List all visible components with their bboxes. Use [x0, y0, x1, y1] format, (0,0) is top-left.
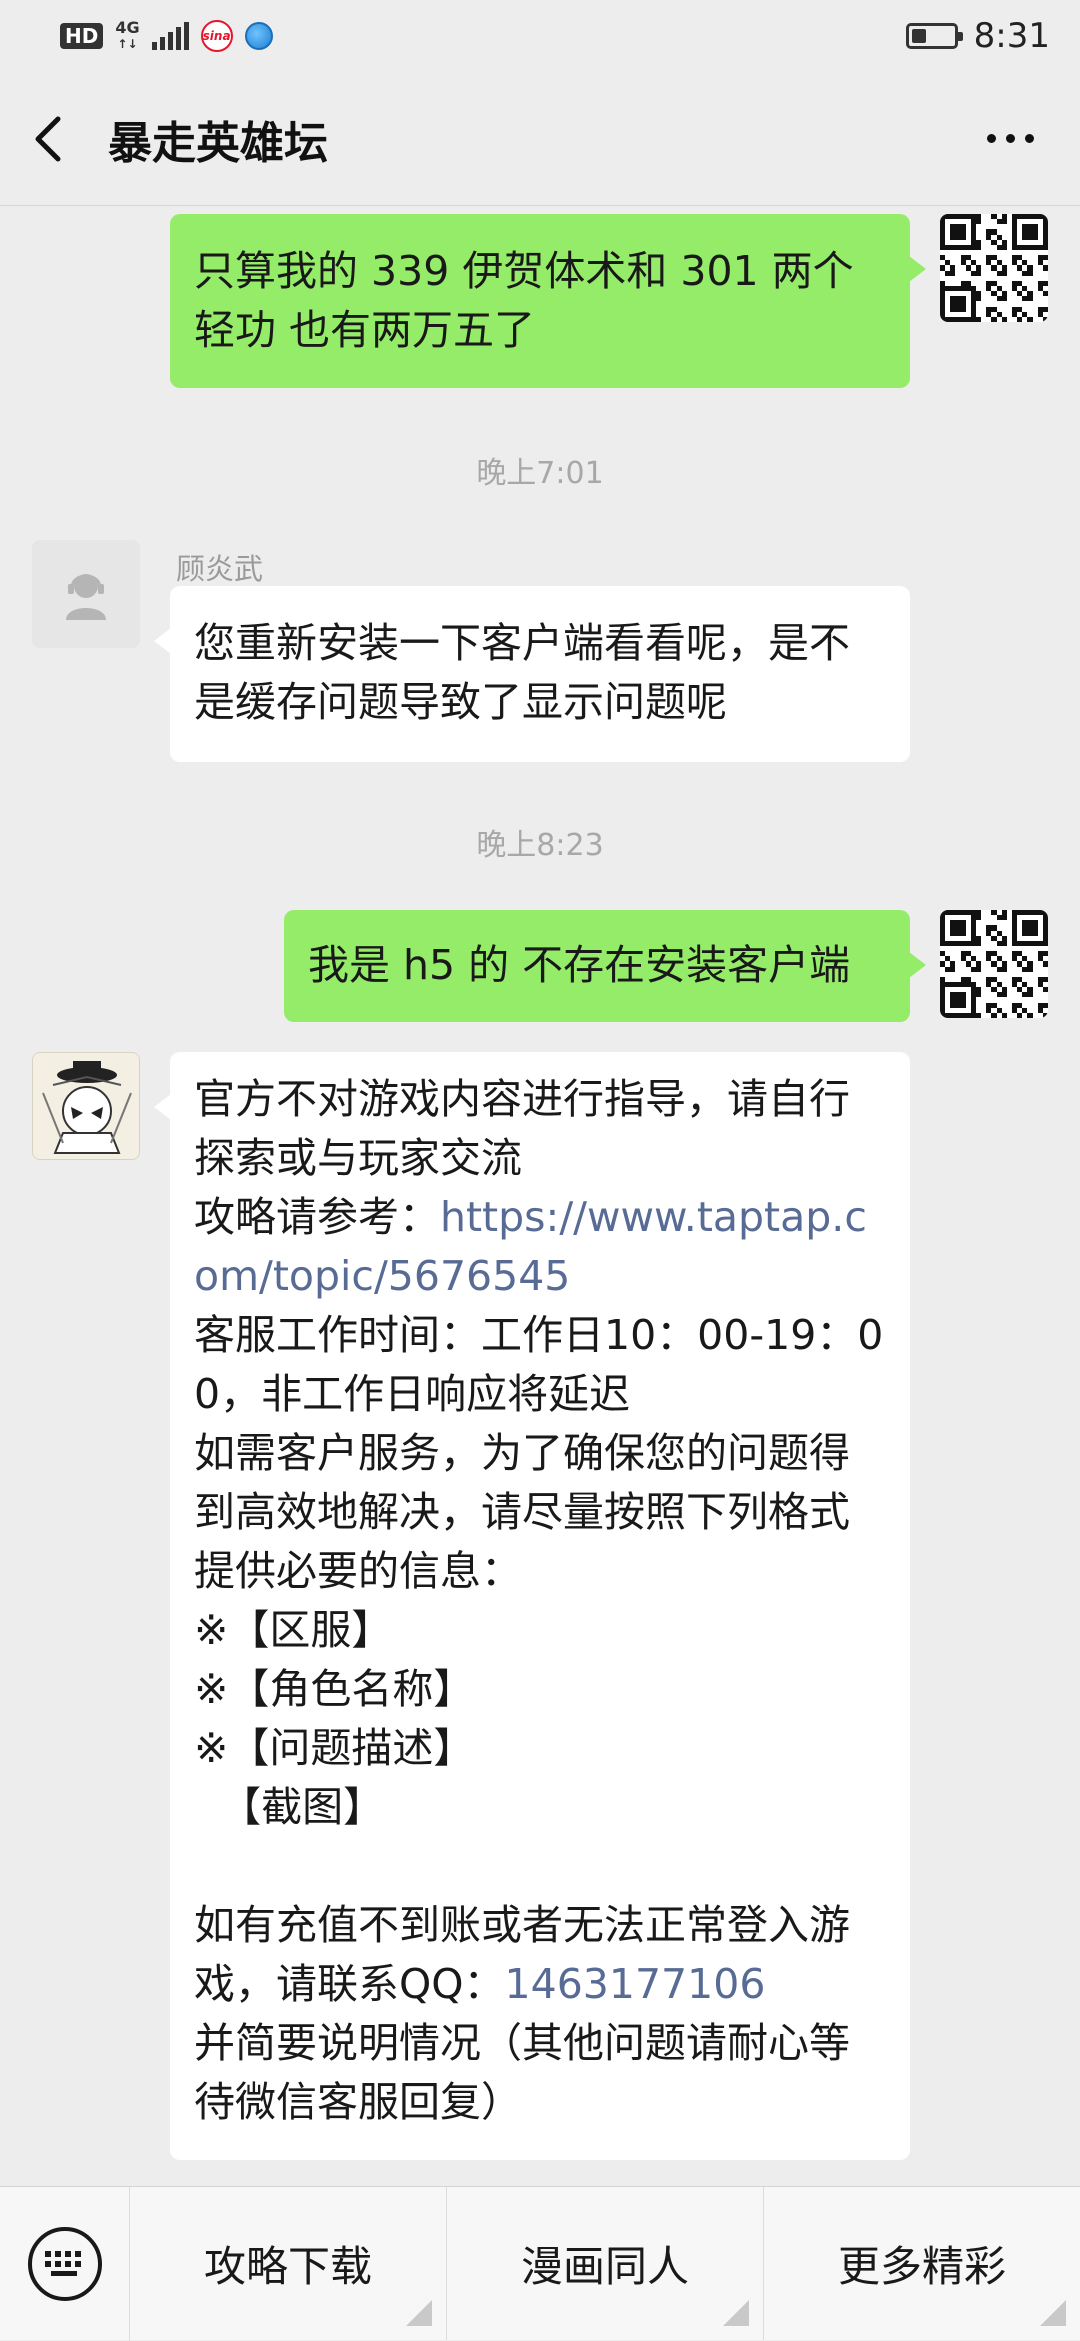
sender-name: 顾炎武 — [176, 552, 264, 586]
format-item: ※【角色名称】 — [194, 1665, 475, 1713]
more-button[interactable] — [970, 99, 1050, 179]
message-text: 我是 h5 的 不存在安装客户端 — [308, 941, 851, 989]
anime-character-icon — [33, 1053, 139, 1159]
menu-label: 漫画同人 — [520, 2242, 689, 2291]
back-arrow-icon — [35, 116, 61, 161]
qq-number-link[interactable]: 1463177106 — [505, 1960, 766, 2008]
status-right: 8:31 — [905, 16, 1050, 56]
menu-comics-fanart[interactable]: 漫画同人 — [446, 2187, 763, 2340]
timestamp: 晚上8:23 — [476, 828, 604, 863]
format-item: 【截图】 — [194, 1783, 385, 1831]
qr-code-avatar — [940, 910, 1048, 1018]
network-arrows: ↑↓ — [117, 37, 138, 51]
hd-icon: HD — [60, 23, 104, 49]
battery-icon — [905, 23, 963, 49]
guide-prefix: 攻略请参考： — [194, 1193, 440, 1241]
timestamp: 晚上7:01 — [476, 456, 604, 491]
format-item: ※【问题描述】 — [194, 1724, 475, 1772]
customer-service-icon — [66, 574, 106, 620]
browser-icon — [244, 22, 273, 50]
guide-line: 攻略请参考：https://www.taptap.com/topic/56765… — [194, 1188, 886, 1306]
recharge-line: 如有充值不到账或者无法正常登入游戏，请联系QQ：1463177106 — [194, 1896, 886, 2014]
message-bubble-incoming[interactable]: 官方不对游戏内容进行指导，请自行探索或与玩家交流 攻略请参考：https://w… — [154, 1052, 910, 2160]
recharge-note: 并简要说明情况（其他问题请耐心等待微信客服回复） — [194, 2019, 850, 2126]
keyboard-toggle-button[interactable] — [0, 2186, 130, 2341]
menu-guide-download[interactable]: 攻略下载 — [130, 2187, 446, 2340]
keyboard-icon — [27, 2226, 102, 2301]
submenu-indicator-icon — [406, 2300, 432, 2326]
message-bubble-outgoing[interactable]: 只算我的 339 伊贺体术和 301 两个轻功 也有两万五了 — [170, 214, 926, 388]
qr-code-avatar — [940, 214, 1048, 322]
battery-level — [911, 29, 926, 43]
service-hours: 客服工作时间：工作日10：00-19：00，非工作日响应将延迟 — [194, 1311, 884, 1418]
service-instructions: 如需客户服务，为了确保您的问题得到高效地解决，请尽量按照下列格式提供必要的信息： — [194, 1429, 850, 1595]
menu-label: 更多精彩 — [837, 2242, 1006, 2291]
my-avatar[interactable] — [940, 214, 1048, 322]
more-dots-icon — [986, 134, 1034, 143]
message-bubble-incoming[interactable]: 您重新安装一下客户端看看呢，是不是缓存问题导致了显示问题呢 — [154, 586, 910, 762]
menu-label: 攻略下载 — [203, 2242, 372, 2291]
chat-title: 暴走英雄坛 — [108, 117, 328, 169]
sina-weibo-icon: sina — [200, 20, 233, 52]
nav-bar: 暴走英雄坛 — [0, 72, 1080, 206]
network-type: 4G ↑↓ — [115, 20, 139, 52]
customer-service-avatar[interactable] — [32, 540, 140, 648]
status-bar: HD 4G ↑↓ sina 8:31 — [0, 0, 1080, 72]
message-line: 官方不对游戏内容进行指导，请自行探索或与玩家交流 — [194, 1075, 850, 1182]
signal-icon — [151, 22, 189, 50]
format-item: ※【区服】 — [194, 1606, 393, 1654]
status-time: 8:31 — [973, 16, 1050, 56]
submenu-indicator-icon — [723, 2300, 749, 2326]
menu-more[interactable]: 更多精彩 — [763, 2187, 1080, 2340]
bottom-menu: 攻略下载 漫画同人 更多精彩 — [0, 2186, 1080, 2341]
official-account-avatar[interactable] — [32, 1052, 140, 1160]
chat-area[interactable]: 只算我的 339 伊贺体术和 301 两个轻功 也有两万五了 晚上7:01 顾炎… — [0, 206, 1080, 2186]
submenu-indicator-icon — [1040, 2300, 1066, 2326]
my-avatar[interactable] — [940, 910, 1048, 1018]
back-button[interactable] — [30, 99, 90, 179]
message-bubble-outgoing[interactable]: 我是 h5 的 不存在安装客户端 — [284, 910, 926, 1022]
status-icons: HD 4G ↑↓ sina — [60, 20, 906, 52]
message-text: 您重新安装一下客户端看看呢，是不是缓存问题导致了显示问题呢 — [194, 619, 850, 726]
message-text: 只算我的 339 伊贺体术和 301 两个轻功 也有两万五了 — [194, 247, 854, 354]
network-label: 4G — [115, 18, 140, 37]
